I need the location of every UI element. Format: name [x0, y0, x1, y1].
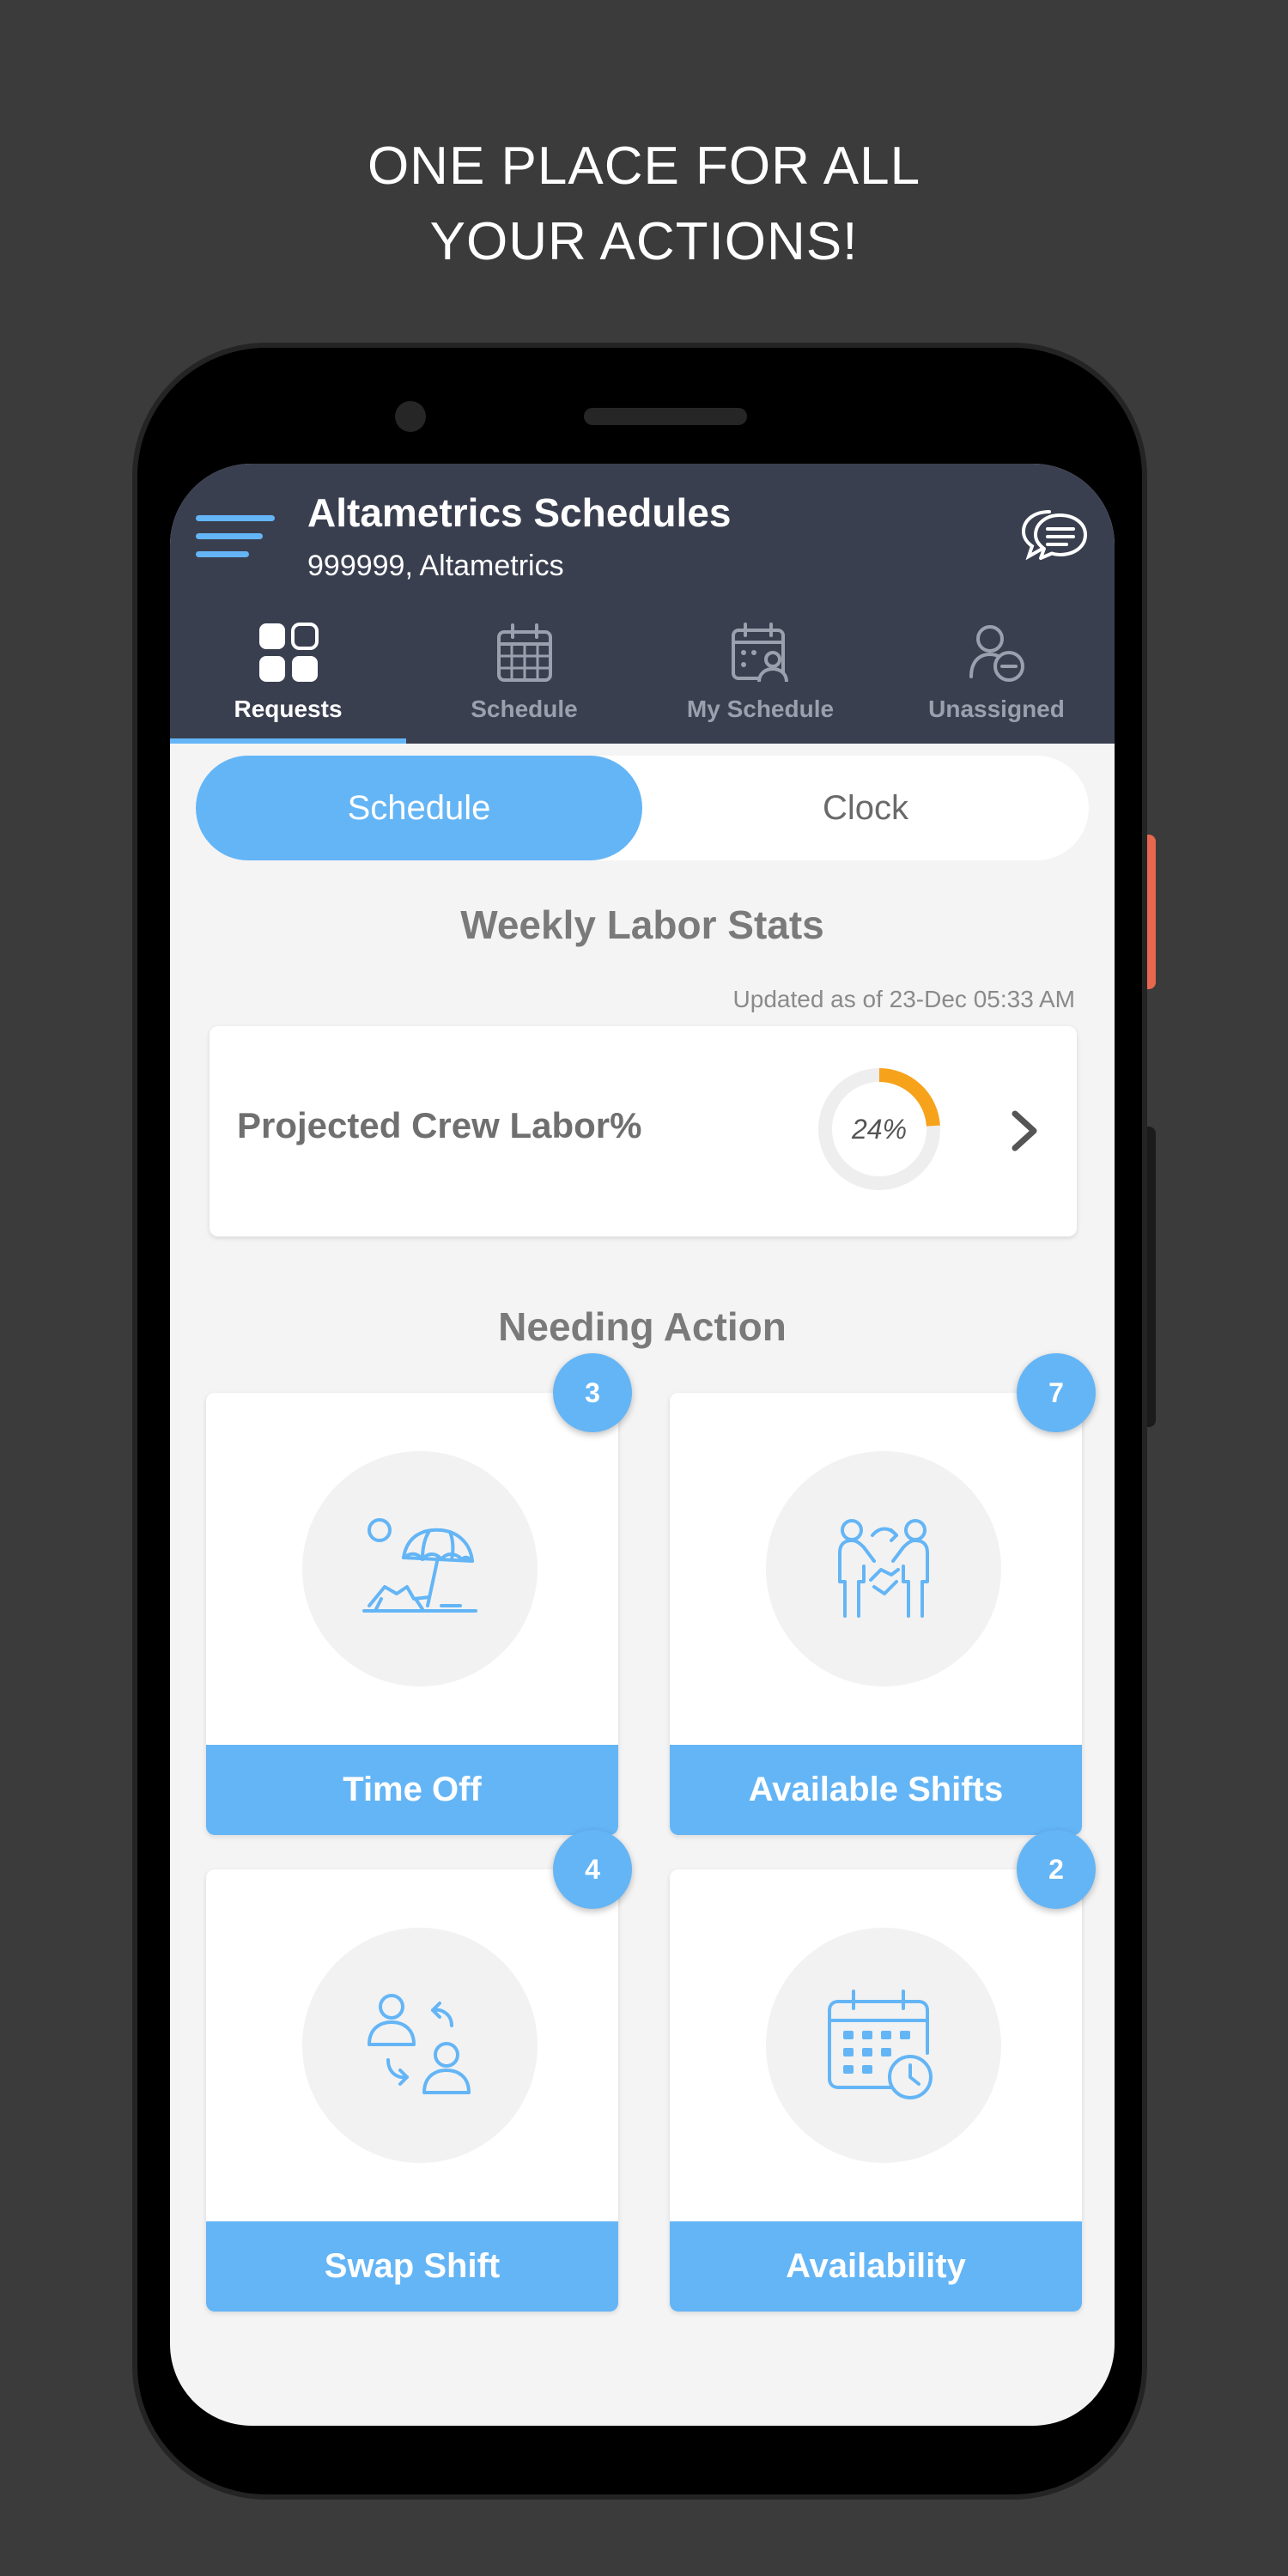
time-off-label: Time Off	[206, 1745, 618, 1835]
phone-power-button	[1142, 835, 1156, 989]
phone-camera	[395, 401, 426, 432]
availability-icon-circle	[766, 1928, 1001, 2163]
user-calendar-icon	[732, 623, 788, 683]
calendar-clock-icon	[828, 1990, 933, 2099]
availability-label: Availability	[670, 2221, 1082, 2312]
beach-umbrella-icon	[362, 1518, 477, 1613]
availability-count-badge: 2	[1017, 1830, 1096, 1909]
projected-crew-labor-card[interactable]: Projected Crew Labor% 24%	[210, 1026, 1077, 1236]
grid-icon	[259, 623, 319, 682]
time-off-icon-circle	[302, 1451, 538, 1686]
handshake-swap-icon	[838, 1519, 929, 1618]
swap-shift-icon-circle	[302, 1928, 538, 2163]
chat-bubbles-icon[interactable]	[1020, 505, 1089, 565]
app-screen: Altametrics Schedules 999999, Altametric…	[170, 464, 1115, 2426]
time-off-count-badge: 3	[553, 1353, 632, 1432]
available-shifts-count-badge: 7	[1017, 1353, 1096, 1432]
user-swap-icon	[368, 1994, 471, 2094]
app-header: Altametrics Schedules 999999, Altametric…	[170, 464, 1115, 744]
next-section-partial-title	[170, 2391, 1115, 2410]
tab-schedule-label: Schedule	[471, 696, 578, 722]
time-off-card[interactable]: Time Off	[206, 1393, 618, 1835]
hamburger-menu-icon[interactable]	[196, 507, 275, 567]
phone-frame: Altametrics Schedules 999999, Altametric…	[137, 348, 1142, 2494]
app-title: Altametrics Schedules	[307, 490, 732, 535]
tab-my-schedule[interactable]: My Schedule	[642, 610, 878, 744]
promo-line-2: YOUR ACTIONS!	[429, 212, 859, 271]
tab-bar: Requests Schedule My Schedule Unassigned	[170, 610, 1115, 744]
availability-card[interactable]: Availability	[670, 1869, 1082, 2312]
available-shifts-card[interactable]: Available Shifts	[670, 1393, 1082, 1835]
swap-shift-card[interactable]: Swap Shift	[206, 1869, 618, 2312]
promo-line-1: ONE PLACE FOR ALL	[367, 137, 921, 196]
active-tab-indicator	[170, 738, 406, 744]
promo-headline: ONE PLACE FOR ALL YOUR ACTIONS!	[0, 129, 1288, 280]
swap-shift-label: Swap Shift	[206, 2221, 618, 2312]
swap-shift-count-badge: 4	[553, 1830, 632, 1909]
chevron-right-icon[interactable]	[1010, 1109, 1041, 1153]
calendar-icon	[497, 623, 552, 682]
tab-my-schedule-label: My Schedule	[686, 696, 835, 722]
available-shifts-label: Available Shifts	[670, 1745, 1082, 1835]
tab-unassigned[interactable]: Unassigned	[878, 610, 1115, 744]
toggle-schedule[interactable]: Schedule	[196, 756, 642, 860]
user-minus-icon	[969, 625, 1024, 682]
labor-percent-text: 24%	[851, 1114, 908, 1145]
available-shifts-icon-circle	[766, 1451, 1001, 1686]
projected-crew-labor-label: Projected Crew Labor%	[237, 1105, 642, 1145]
tab-requests[interactable]: Requests	[170, 610, 406, 744]
schedule-clock-toggle: Schedule Clock	[196, 756, 1089, 860]
updated-timestamp: Updated as of 23-Dec 05:33 AM	[732, 986, 1075, 1012]
tab-schedule[interactable]: Schedule	[406, 610, 642, 744]
phone-speaker	[584, 408, 747, 425]
needing-action-title: Needing Action	[498, 1304, 787, 1349]
store-subtitle: 999999, Altametrics	[307, 550, 564, 582]
tab-requests-label: Requests	[234, 696, 343, 722]
toggle-clock[interactable]: Clock	[642, 756, 1089, 860]
weekly-labor-stats-title: Weekly Labor Stats	[460, 902, 824, 947]
phone-volume-button	[1142, 1127, 1156, 1427]
tab-unassigned-label: Unassigned	[928, 696, 1065, 722]
